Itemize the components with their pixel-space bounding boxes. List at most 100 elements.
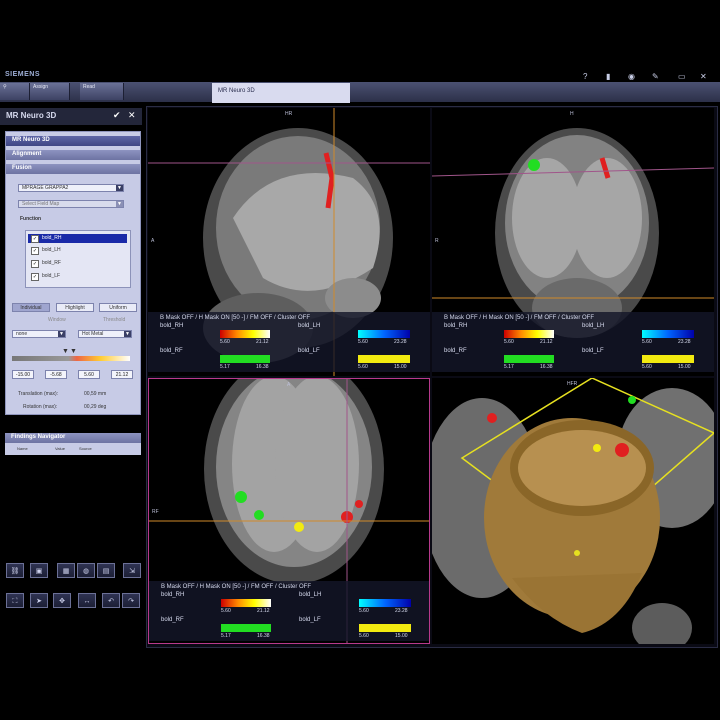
fieldmap-select[interactable]: Select Field Map ▼ [18,200,124,208]
colorbar-yellow [642,355,694,363]
coronal-viewport[interactable]: H R B Mask OFF / H Mask ON [50 -] / FM O… [432,108,714,376]
series-max: 16.38 [257,633,270,639]
colorbar-hot [504,330,554,338]
highlight-button[interactable]: Highlight [56,303,94,312]
check-icon[interactable]: ✔ [113,110,121,121]
coronal-orientation-label: H [570,111,574,117]
stack-icon[interactable]: ▣ [30,563,48,578]
series-name: bold_LF [299,617,321,623]
threshold-label[interactable]: Threshold [103,317,125,323]
volume-render-viewport[interactable]: HFR [432,378,714,644]
zoom-icon[interactable]: ⛶ [6,593,24,608]
window-label[interactable]: Window [48,317,66,323]
checkbox[interactable]: ✓ [31,260,39,268]
function-label-text: bold_RF [42,260,61,266]
task-header[interactable]: MR Neuro 3D [6,136,140,146]
read-button[interactable]: Read [80,83,124,100]
function-list[interactable]: ✓ bold_RH ✓ bold_LH ✓ bold_RF ✓ bold_LF [25,230,131,288]
series-min: 5.60 [359,633,369,639]
volume-render-image [432,378,714,644]
slider-handle-icon[interactable]: ▼ [70,348,77,355]
color-ramp[interactable] [12,356,130,361]
coronal-overlay: B Mask OFF / H Mask ON [50 -] / FM OFF /… [432,312,714,372]
overlay-title: B Mask OFF / H Mask ON [50 -] / FM OFF /… [161,584,312,590]
series-max: 21.12 [256,339,269,345]
function-item[interactable]: ✓ bold_RF [28,259,127,268]
colorbar-yellow [358,355,410,363]
lut-left-select[interactable]: none ▼ [12,330,66,338]
help-icon[interactable]: ? [583,72,587,81]
lut-right-value: Hot Metal [82,331,104,337]
undo-icon[interactable]: ↶ [102,593,120,608]
pointer-icon[interactable]: ➤ [30,593,48,608]
fieldmap-placeholder: Select Field Map [22,201,60,207]
patient-icon[interactable]: ⚲ [0,83,30,100]
wrench-icon[interactable]: ✎ [652,72,659,81]
range-low-input[interactable]: -5.68 [45,370,67,379]
series-name: bold_LF [582,348,604,354]
overlay-title: B Mask OFF / H Mask ON [50 -] / FM OFF /… [444,315,595,321]
checkbox[interactable]: ✓ [31,235,39,243]
range-high-input[interactable]: 5.60 [78,370,100,379]
close-panel-icon[interactable]: ✕ [128,110,136,121]
uniform-button[interactable]: Uniform [99,303,137,312]
alignment-section[interactable]: Alignment [6,150,140,160]
findings-navigator-header[interactable]: Findings Navigator [5,433,141,443]
findings-columns: Name Value Source [5,443,141,455]
colorbar-hot [221,599,271,607]
series-max: 23.28 [395,608,408,614]
series-name: bold_LH [582,323,605,329]
colorbar-green [220,355,270,363]
fusion-section[interactable]: Fusion [6,164,140,174]
series-max: 16.38 [256,364,269,370]
range-min-input[interactable]: -15.00 [12,370,34,379]
distance-icon[interactable]: ↔ [78,593,96,608]
record-icon[interactable]: ◉ [628,72,635,81]
series-min: 5.60 [504,339,514,345]
chevron-down-icon: ▼ [116,201,123,207]
control-panel: MR Neuro 3D Alignment Fusion MPRAGE GRAP… [5,131,141,415]
trash-icon[interactable]: ▮ [606,72,610,81]
slider-handle-icon[interactable]: ▼ [62,348,69,355]
individual-button[interactable]: Individual [12,303,50,312]
vr-orientation-label: HFR [567,381,578,387]
tab-mr-neuro-3d[interactable]: MR Neuro 3D [212,83,350,103]
globe-icon[interactable]: ◍ [77,563,95,578]
layout-icon[interactable]: ▦ [57,563,75,578]
function-item[interactable]: ✓ bold_RH [28,234,127,243]
assign-button[interactable]: Assign [30,83,70,100]
series-min: 5.60 [358,364,368,370]
sagittal-viewport[interactable]: HR A B Mask OFF / H Mask ON [50 -] / FM … [148,108,430,376]
series-max: 15.00 [678,364,691,370]
axial-orientation-label: A [287,382,291,388]
lut-right-select[interactable]: Hot Metal ▼ [78,330,132,338]
function-item[interactable]: ✓ bold_LF [28,272,127,281]
series-select[interactable]: MPRAGE GRAPPA2 ▼ [18,184,124,192]
export-icon[interactable]: ⇲ [123,563,141,578]
col-name: Name [17,446,28,451]
series-min: 5.60 [220,339,230,345]
series-min: 5.60 [359,608,369,614]
axial-viewport[interactable]: A RF B Mask OFF / H Mask ON [50 -] / FM … [148,378,430,644]
close-icon[interactable]: ✕ [700,72,707,81]
pan-icon[interactable]: ✥ [53,593,71,608]
checkbox[interactable]: ✓ [31,273,39,281]
link-icon[interactable]: ⛓ [6,563,24,578]
grid-icon[interactable]: ▤ [97,563,115,578]
rotation-value: 00,29 deg [84,404,107,410]
sagittal-orientation-label: HR [285,111,293,117]
function-item[interactable]: ✓ bold_LH [28,246,127,255]
series-min: 5.17 [221,633,231,639]
lut-left-value: none [16,331,28,337]
redo-icon[interactable]: ↷ [122,593,140,608]
checkbox[interactable]: ✓ [31,247,39,255]
monitor-icon[interactable]: ▭ [678,72,686,81]
function-label-text: bold_LH [42,247,61,253]
colorbar-blue [642,330,694,338]
axial-overlay: B Mask OFF / H Mask ON [50 -] / FM OFF /… [149,581,429,641]
range-max-input[interactable]: 21.12 [111,370,133,379]
side-label-r: R [435,238,439,244]
series-name: bold_RH [160,323,184,329]
side-label-a: A [151,238,155,244]
series-name: bold_LH [298,323,321,329]
